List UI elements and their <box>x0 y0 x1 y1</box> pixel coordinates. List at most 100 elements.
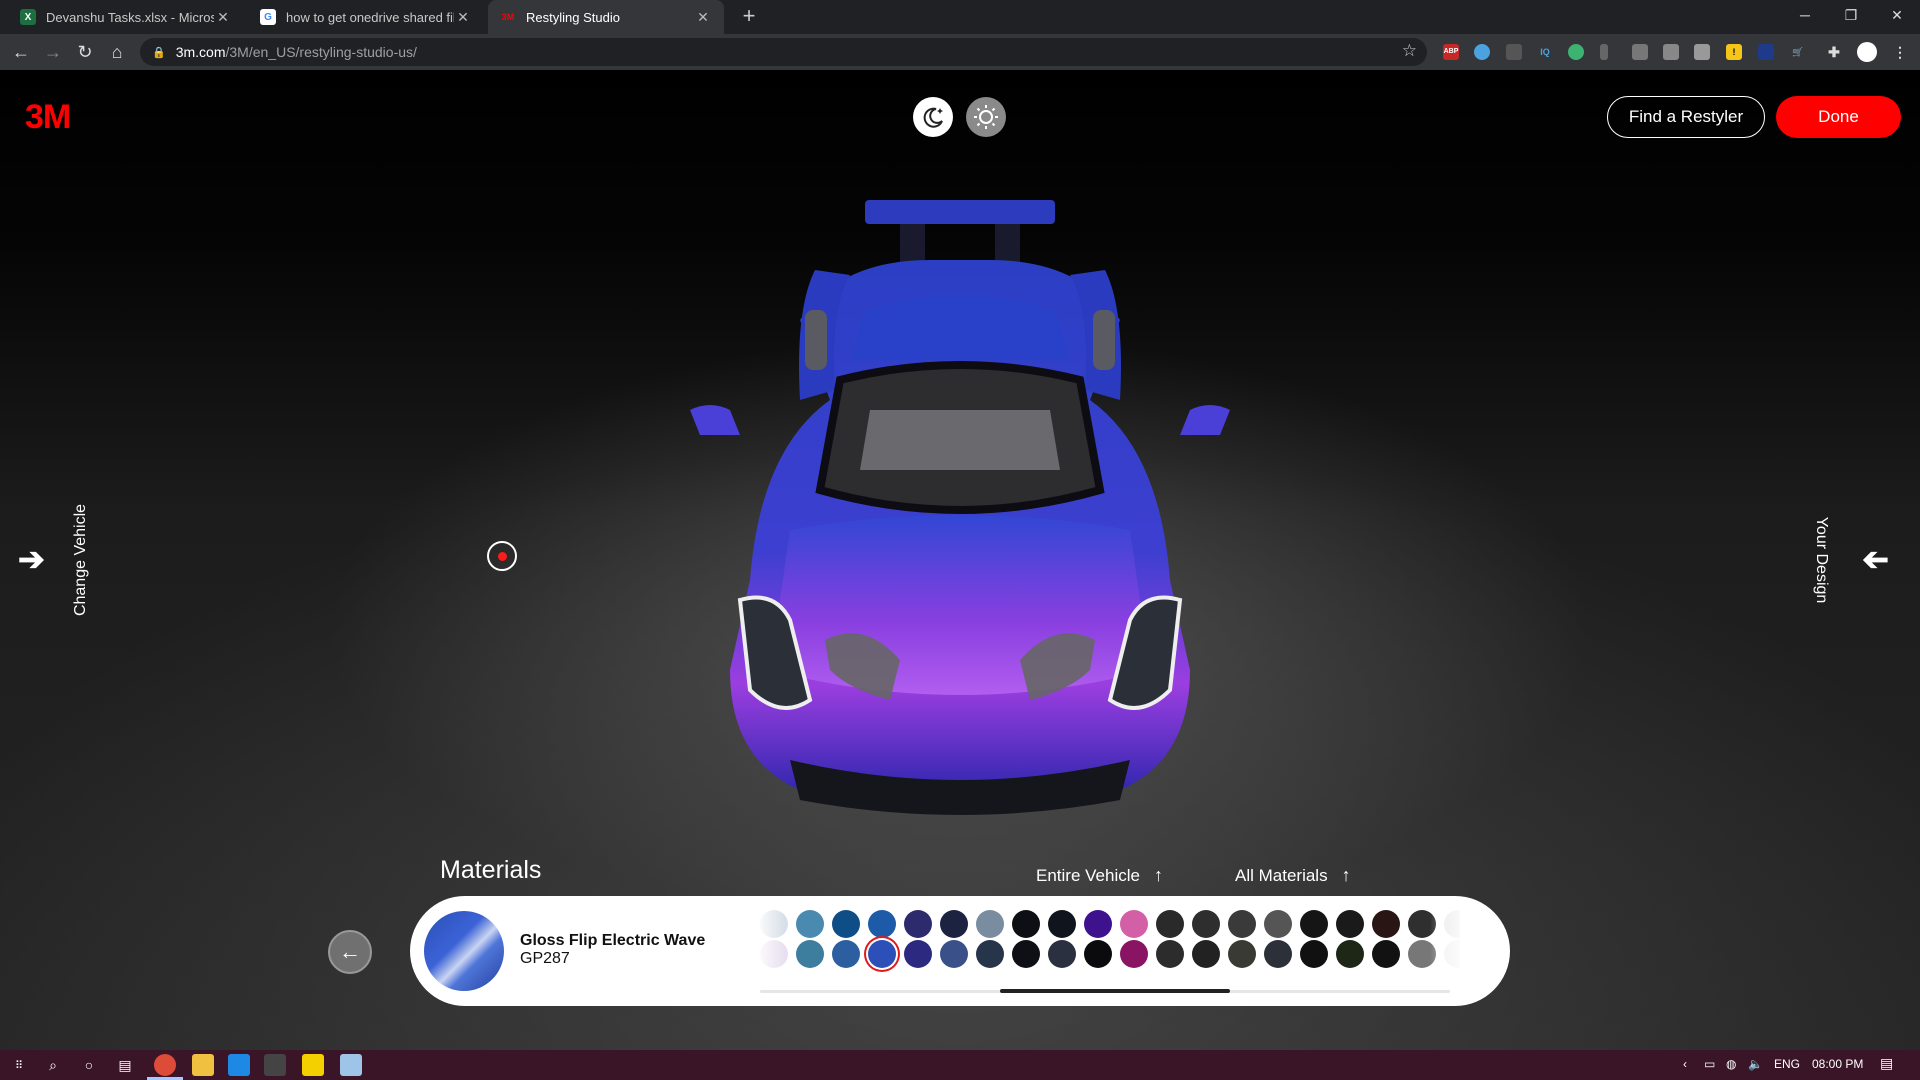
back-button[interactable]: ← <box>328 930 372 974</box>
change-vehicle-arrow[interactable]: ➔ <box>18 540 45 578</box>
close-icon[interactable]: ✕ <box>214 9 232 26</box>
extensions-puzzle-icon[interactable]: ✚ <box>1826 44 1842 60</box>
night-mode-button[interactable] <box>913 97 953 137</box>
color-swatch[interactable] <box>1300 910 1328 938</box>
color-swatch[interactable] <box>976 910 1004 938</box>
search-icon[interactable]: ⌕ <box>42 1054 64 1076</box>
home-icon[interactable]: ⌂ <box>105 40 129 64</box>
close-window-button[interactable]: ✕ <box>1874 0 1920 30</box>
close-icon[interactable]: ✕ <box>454 9 472 26</box>
volume-icon[interactable]: 🔈 <box>1748 1057 1763 1071</box>
color-swatch[interactable] <box>1372 910 1400 938</box>
extension-icon[interactable]: ! <box>1726 44 1742 60</box>
color-swatch[interactable] <box>832 940 860 968</box>
extension-icon[interactable] <box>1758 44 1774 60</box>
extension-icon[interactable] <box>1568 44 1584 60</box>
notifications-icon[interactable]: ▤ <box>1880 1055 1893 1072</box>
new-tab-button[interactable]: + <box>736 4 762 30</box>
your-design-label[interactable]: Your Design <box>1812 517 1830 604</box>
extension-iq-icon[interactable]: IQ <box>1537 44 1553 60</box>
color-swatch[interactable] <box>1300 940 1328 968</box>
tab-title: Devanshu Tasks.xlsx - Microsoft E <box>46 9 214 25</box>
restore-button[interactable]: ❐ <box>1828 0 1874 30</box>
color-swatch[interactable] <box>1048 910 1076 938</box>
color-swatch[interactable] <box>1336 910 1364 938</box>
browser-tab-bar: X Devanshu Tasks.xlsx - Microsoft E ✕ G … <box>0 0 1920 34</box>
extension-icon[interactable] <box>1632 44 1648 60</box>
find-restyler-button[interactable]: Find a Restyler <box>1607 96 1765 138</box>
notepad-icon[interactable] <box>340 1054 362 1076</box>
extension-icon[interactable] <box>1694 44 1710 60</box>
menu-kebab-icon[interactable]: ⋮ <box>1892 44 1908 60</box>
color-swatch[interactable] <box>904 910 932 938</box>
mail-icon[interactable] <box>228 1054 250 1076</box>
color-swatch[interactable] <box>796 910 824 938</box>
swatch-scrollbar-thumb[interactable] <box>1000 989 1230 993</box>
forward-icon[interactable]: → <box>41 40 65 64</box>
minimize-button[interactable]: ─ <box>1782 0 1828 30</box>
tab-excel[interactable]: X Devanshu Tasks.xlsx - Microsoft E ✕ <box>8 0 244 34</box>
color-swatch[interactable] <box>1372 940 1400 968</box>
color-swatch[interactable] <box>868 940 896 968</box>
lock-icon: 🔒 <box>152 46 166 59</box>
your-design-arrow[interactable]: ➔ <box>1862 540 1889 578</box>
tab-restyling-studio[interactable]: 3M Restyling Studio ✕ <box>488 0 724 34</box>
cart-icon[interactable]: 🛒 <box>1790 44 1806 60</box>
color-swatch[interactable] <box>1012 910 1040 938</box>
tray-chevron-icon[interactable]: ‹ <box>1683 1057 1687 1071</box>
color-swatch[interactable] <box>1012 940 1040 968</box>
battery-icon[interactable]: ▭ <box>1704 1057 1715 1071</box>
store-icon[interactable] <box>264 1054 286 1076</box>
sticky-notes-icon[interactable] <box>302 1054 324 1076</box>
color-swatch[interactable] <box>1264 940 1292 968</box>
network-icon[interactable]: ◍ <box>1726 1057 1736 1071</box>
color-swatch[interactable] <box>1120 910 1148 938</box>
change-vehicle-label[interactable]: Change Vehicle <box>72 504 90 616</box>
reload-icon[interactable]: ↻ <box>73 40 97 64</box>
color-swatch[interactable] <box>976 940 1004 968</box>
color-swatch[interactable] <box>1156 940 1184 968</box>
color-swatch[interactable] <box>1192 940 1220 968</box>
url-field[interactable]: 🔒 3m.com/3M/en_US/restyling-studio-us/ ☆ <box>140 38 1427 66</box>
color-swatch[interactable] <box>1048 940 1076 968</box>
color-swatch[interactable] <box>1084 910 1112 938</box>
bookmark-star-icon[interactable]: ☆ <box>1402 41 1417 61</box>
chrome-icon[interactable] <box>154 1054 176 1076</box>
color-swatch[interactable] <box>940 940 968 968</box>
day-mode-button[interactable] <box>966 97 1006 137</box>
color-swatch[interactable] <box>868 910 896 938</box>
color-swatch[interactable] <box>904 940 932 968</box>
color-swatch[interactable] <box>1156 910 1184 938</box>
color-swatch[interactable] <box>1120 940 1148 968</box>
extension-icon[interactable] <box>1506 44 1522 60</box>
extension-icon[interactable] <box>1663 44 1679 60</box>
color-swatch[interactable] <box>1228 940 1256 968</box>
color-swatch[interactable] <box>940 910 968 938</box>
material-type-dropdown[interactable]: All Materials ↑ <box>1235 865 1351 886</box>
scope-dropdown[interactable]: Entire Vehicle ↑ <box>1036 865 1163 886</box>
file-explorer-icon[interactable] <box>192 1054 214 1076</box>
extension-icon[interactable] <box>1600 44 1608 60</box>
selected-material-code: GP287 <box>520 950 570 967</box>
color-swatch[interactable] <box>1264 910 1292 938</box>
color-swatch[interactable] <box>1336 940 1364 968</box>
color-swatch[interactable] <box>832 910 860 938</box>
back-icon[interactable]: ← <box>9 40 33 64</box>
profile-avatar[interactable] <box>1857 42 1877 62</box>
color-swatch[interactable] <box>1084 940 1112 968</box>
done-button[interactable]: Done <box>1776 96 1901 138</box>
adblock-icon[interactable]: ABP <box>1443 44 1459 60</box>
language-indicator[interactable]: ENG <box>1774 1057 1800 1071</box>
color-swatch[interactable] <box>1192 910 1220 938</box>
start-icon[interactable]: ⠿ <box>8 1054 30 1076</box>
task-view-icon[interactable]: ▤ <box>114 1054 136 1076</box>
clock[interactable]: 08:00 PM <box>1812 1057 1863 1071</box>
hotspot-marker[interactable] <box>487 541 517 571</box>
tab-google[interactable]: G how to get onedrive shared files ✕ <box>248 0 484 34</box>
color-swatch[interactable] <box>796 940 824 968</box>
cortana-icon[interactable]: ○ <box>78 1054 100 1076</box>
vehicle-3d-view[interactable] <box>600 200 1320 840</box>
color-swatch[interactable] <box>1228 910 1256 938</box>
close-icon[interactable]: ✕ <box>694 9 712 26</box>
extension-icon[interactable] <box>1474 44 1490 60</box>
